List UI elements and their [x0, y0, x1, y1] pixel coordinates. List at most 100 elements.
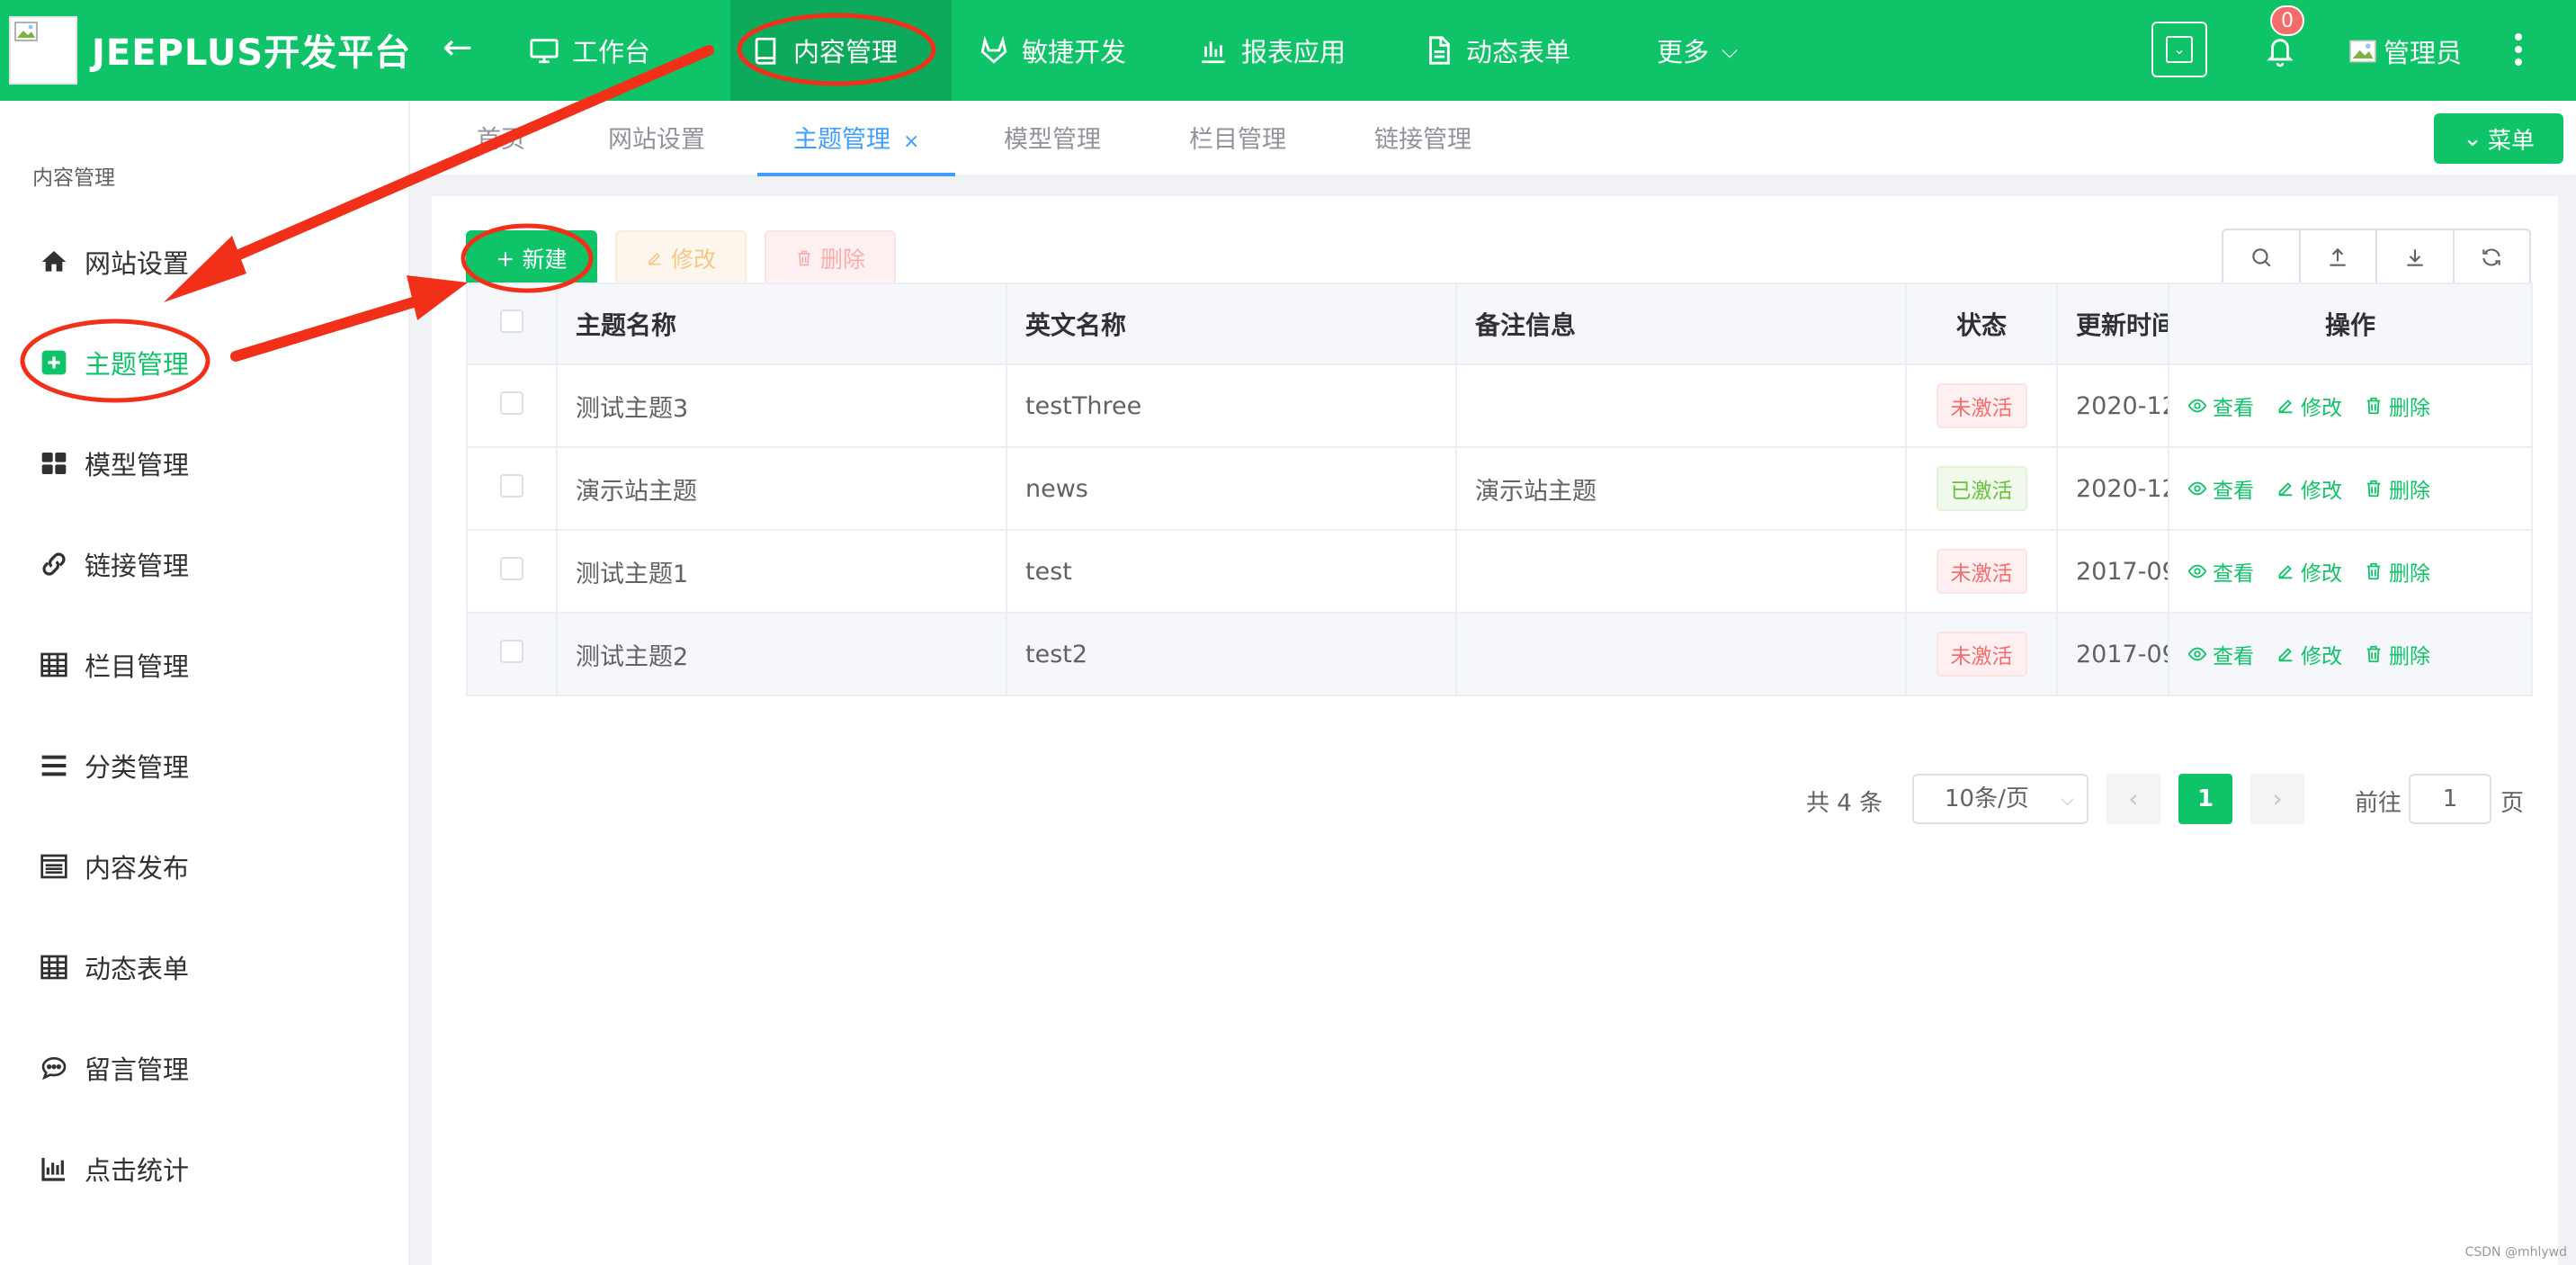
edit-link[interactable]: 修改	[2276, 639, 2342, 669]
tab-model-management[interactable]: 模型管理	[1004, 101, 1101, 175]
delete-link[interactable]: 删除	[2364, 556, 2430, 587]
sidebar-item-category-management[interactable]: 分类管理	[0, 734, 410, 797]
new-button[interactable]: + 新建	[466, 230, 597, 286]
cell-remark	[1455, 529, 1907, 614]
column-header[interactable]: 状态	[1905, 283, 2058, 365]
import-button[interactable]	[2301, 230, 2377, 284]
tab-link-management[interactable]: 链接管理	[1374, 101, 1471, 175]
prev-page-button[interactable]: ‹	[2106, 774, 2160, 824]
link-icon	[42, 552, 66, 576]
next-page-button[interactable]: ›	[2250, 774, 2304, 824]
article-icon	[40, 854, 67, 879]
tab-website-settings[interactable]: 网站设置	[608, 101, 705, 175]
topnav-workbench[interactable]: 工作台	[509, 0, 670, 101]
row-checkbox[interactable]	[500, 390, 523, 415]
user-name: 管理员	[2384, 38, 2463, 68]
column-header[interactable]: 备注信息	[1455, 283, 1907, 365]
more-vertical-icon[interactable]	[2509, 31, 2527, 70]
view-link[interactable]: 查看	[2187, 639, 2254, 669]
sidebar-item-click-stats[interactable]: 点击统计	[0, 1137, 410, 1200]
page-size-select[interactable]: 10条/页 ⌵	[1912, 774, 2089, 824]
topnav-reports[interactable]: 报表应用	[1178, 0, 1365, 101]
row-select-cell	[466, 363, 558, 448]
sidebar-item-model-management[interactable]: 模型管理	[0, 432, 410, 495]
row-checkbox[interactable]	[500, 639, 523, 663]
trash-icon	[2366, 562, 2381, 580]
refresh-icon	[2482, 248, 2500, 266]
menu-button[interactable]: ⌄ 菜单	[2434, 113, 2563, 164]
sidebar-item-message-management[interactable]: 留言管理	[0, 1036, 410, 1099]
sidebar-item-content-publishing[interactable]: 内容发布	[0, 835, 410, 898]
edit-label: 修改	[2301, 397, 2342, 420]
view-link[interactable]: 查看	[2187, 390, 2254, 421]
back-arrow-icon[interactable]: ←	[443, 27, 473, 68]
sidebar-item-label: 点击统计	[85, 1155, 190, 1186]
tab-home[interactable]: 首页	[477, 101, 525, 175]
sidebar-item-link-management[interactable]: 链接管理	[0, 533, 410, 596]
delete-label: 删除	[2389, 397, 2430, 420]
tab-column-management[interactable]: 栏目管理	[1189, 101, 1286, 175]
topnav-label: 敏捷开发	[1022, 37, 1127, 67]
sidebar-item-label: 链接管理	[85, 551, 190, 581]
search-toggle-button[interactable]	[2223, 230, 2301, 284]
table-row[interactable]: 测试主题1 test 未激活 2017-09 查看 修改 删除	[466, 529, 2533, 614]
topnav-content-management[interactable]: 内容管理	[730, 0, 952, 101]
select-all-checkbox[interactable]	[500, 309, 523, 333]
table-row[interactable]: 演示站主题 news 演示站主题 已激活 2020-12 查看 修改 删除	[466, 446, 2533, 531]
bell-icon[interactable]	[2265, 32, 2295, 68]
document-icon	[1429, 36, 1450, 65]
export-button[interactable]	[2377, 230, 2455, 284]
cell-updated: 2020-12	[2056, 363, 2169, 448]
cell-en: news	[1006, 446, 1457, 531]
edit-link[interactable]: 修改	[2276, 556, 2342, 587]
sidebar-item-website-settings[interactable]: 网站设置	[0, 230, 410, 293]
refresh-button[interactable]	[2455, 230, 2530, 284]
sidebar-item-theme-management[interactable]: 主题管理	[0, 331, 410, 394]
table-row[interactable]: 测试主题3 testThree 未激活 2020-12 查看 修改 删除	[466, 363, 2533, 448]
trash-icon	[2366, 480, 2381, 498]
column-header[interactable]: 更新时间	[2056, 283, 2169, 365]
main-content: + 新建 修改 删除 主题名称 英文名称 备注信息 状态 更新时间 操作 测试主…	[410, 176, 2576, 1265]
topnav-dynamic-forms[interactable]: 动态表单	[1403, 0, 1590, 101]
sidebar-item-dynamic-forms[interactable]: 动态表单	[0, 936, 410, 999]
view-link[interactable]: 查看	[2187, 556, 2254, 587]
cell-ops: 查看 修改 删除	[2168, 446, 2533, 531]
table-icon	[40, 955, 67, 980]
edit-icon	[2278, 648, 2293, 662]
edit-label: 修改	[2301, 562, 2342, 586]
goto-label: 前往	[2355, 790, 2402, 817]
view-link[interactable]: 查看	[2187, 473, 2254, 504]
edit-link[interactable]: 修改	[2276, 473, 2342, 504]
page-unit-label: 页	[2500, 790, 2525, 817]
delete-link[interactable]: 删除	[2364, 473, 2430, 504]
cell-ops: 查看 修改 删除	[2168, 529, 2533, 614]
user-menu[interactable]: 管理员	[2349, 32, 2462, 70]
delete-label: 删除	[2389, 480, 2430, 503]
close-icon[interactable]: ×	[903, 130, 919, 153]
topnav-more[interactable]: 更多 ⌵	[1637, 0, 1758, 101]
topnav-agile-dev[interactable]: 敏捷开发	[959, 0, 1146, 101]
row-checkbox[interactable]	[500, 556, 523, 580]
goto-page-input[interactable]: 1	[2409, 774, 2491, 824]
column-header[interactable]: 主题名称	[556, 283, 1007, 365]
sidebar-item-column-management[interactable]: 栏目管理	[0, 633, 410, 696]
topnav-label: 报表应用	[1241, 37, 1346, 67]
delete-link[interactable]: 删除	[2364, 639, 2430, 669]
menu-button-label: 菜单	[2487, 127, 2535, 155]
topnav-label: 工作台	[572, 37, 651, 67]
delete-button[interactable]: 删除	[765, 230, 896, 286]
delete-link[interactable]: 删除	[2364, 390, 2430, 421]
column-header[interactable]: 英文名称	[1006, 283, 1457, 365]
table-row[interactable]: 测试主题2 test2 未激活 2017-09 查看 修改 删除	[466, 612, 2533, 696]
page-number-current[interactable]: 1	[2178, 774, 2232, 824]
tab-theme-management[interactable]: 主题管理 ×	[757, 101, 956, 176]
row-checkbox[interactable]	[500, 473, 523, 498]
cell-status: 未激活	[1905, 529, 2058, 614]
row-select-cell	[466, 529, 558, 614]
screen-toggle-button[interactable]: ⌄	[2151, 22, 2207, 77]
edit-link[interactable]: 修改	[2276, 390, 2342, 421]
cell-en: test2	[1006, 612, 1457, 696]
edit-button[interactable]: 修改	[615, 230, 747, 286]
topnav-label: 更多	[1657, 37, 1710, 67]
table-header: 主题名称 英文名称 备注信息 状态 更新时间 操作	[466, 283, 2533, 365]
